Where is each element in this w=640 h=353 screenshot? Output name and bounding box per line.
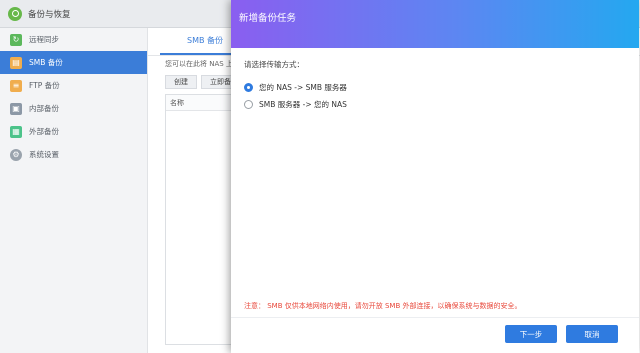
app-title: 备份与恢复 [28, 9, 71, 20]
toolbar: 创建 立即备 [165, 75, 240, 89]
ftp-backup-icon: ≡ [10, 79, 22, 92]
task-table: 名称 [165, 94, 233, 345]
dialog-header: 新增备份任务 [231, 0, 639, 48]
transfer-method-prompt: 请选择传输方式： [244, 60, 304, 69]
sidebar: ↻ 远程同步 ▤ SMB 备份 ≡ FTP 备份 ▣ 内部备份 ▦ 外部备份 ⚙… [0, 28, 148, 353]
sidebar-item-remote-sync[interactable]: ↻ 远程同步 [0, 28, 147, 51]
security-notice: 注意： SMB 仅供本地网络内使用，请勿开放 SMB 外部连接，以确保系统与数据… [244, 302, 522, 310]
table-header-name[interactable]: 名称 [166, 95, 232, 111]
dialog-title: 新增备份任务 [239, 13, 297, 24]
sidebar-item-internal-backup[interactable]: ▣ 内部备份 [0, 97, 147, 120]
sync-icon: ↻ [10, 33, 22, 46]
next-button[interactable]: 下一步 [505, 325, 557, 343]
option-label: SMB 服务器 -> 您的 NAS [259, 100, 347, 109]
option-smb-to-nas[interactable]: SMB 服务器 -> 您的 NAS [244, 96, 347, 113]
sidebar-item-label: 外部备份 [29, 127, 59, 136]
new-backup-task-dialog: 新增备份任务 请选择传输方式： 您的 NAS -> SMB 服务器 SMB 服务… [231, 0, 639, 353]
backup-app-logo-icon [8, 6, 22, 21]
dialog-body: 请选择传输方式： 您的 NAS -> SMB 服务器 SMB 服务器 -> 您的… [244, 59, 347, 113]
external-backup-icon: ▦ [10, 125, 22, 138]
sidebar-item-external-backup[interactable]: ▦ 外部备份 [0, 120, 147, 143]
sidebar-item-smb-backup[interactable]: ▤ SMB 备份 [0, 51, 147, 74]
tab-label: SMB 备份 [186, 36, 223, 45]
sidebar-item-label: 远程同步 [29, 35, 59, 44]
internal-backup-icon: ▣ [10, 102, 22, 115]
option-nas-to-smb[interactable]: 您的 NAS -> SMB 服务器 [244, 79, 347, 96]
radio-button-unchecked[interactable] [244, 100, 253, 109]
cancel-button[interactable]: 取消 [566, 325, 618, 343]
create-button[interactable]: 创建 [165, 75, 197, 89]
sidebar-item-label: FTP 备份 [29, 81, 60, 90]
sidebar-item-label: 系统设置 [29, 150, 59, 159]
sidebar-item-label: 内部备份 [29, 104, 59, 113]
option-label: 您的 NAS -> SMB 服务器 [259, 83, 347, 92]
radio-button-checked[interactable] [244, 83, 253, 92]
sidebar-item-label: SMB 备份 [29, 58, 63, 67]
smb-backup-icon: ▤ [10, 56, 22, 69]
gear-icon: ⚙ [10, 148, 22, 161]
sidebar-item-system-settings[interactable]: ⚙ 系统设置 [0, 143, 147, 166]
page-description: 您可以在此将 NAS 上 [165, 60, 233, 68]
dialog-footer-divider [231, 317, 639, 318]
sidebar-item-ftp-backup[interactable]: ≡ FTP 备份 [0, 74, 147, 97]
